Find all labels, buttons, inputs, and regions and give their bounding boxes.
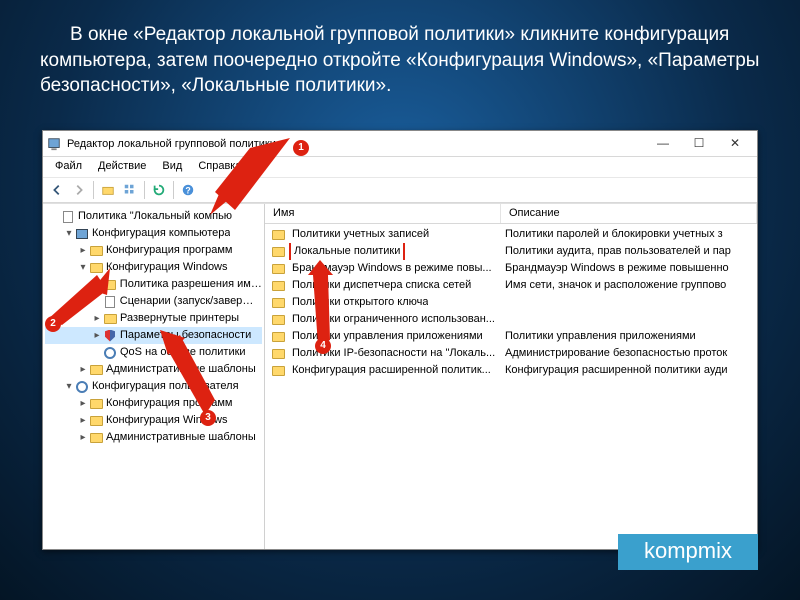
window-title: Редактор локальной групповой политики xyxy=(67,138,645,150)
tree-node[interactable]: QoS на основе политики xyxy=(45,344,262,361)
help-button[interactable]: ? xyxy=(178,180,198,200)
close-button[interactable]: ✕ xyxy=(717,134,753,154)
tree-node[interactable]: ▾Конфигурация Windows xyxy=(45,259,262,276)
badge-2: 2 xyxy=(45,316,61,332)
tree-node[interactable]: ▾Конфигурация пользователя xyxy=(45,378,262,395)
tree-node[interactable]: Политика "Локальный компью xyxy=(45,208,262,225)
list-item[interactable]: Политики ограниченного использован... xyxy=(265,311,757,328)
menubar: ФайлДействиеВидСправка xyxy=(43,157,757,177)
forward-button[interactable] xyxy=(69,180,89,200)
list-item[interactable]: Политики IP-безопасности на "Локаль...Ад… xyxy=(265,345,757,362)
list-item[interactable]: Локальные политикиПолитики аудита, прав … xyxy=(265,243,757,260)
menu-вид[interactable]: Вид xyxy=(156,159,188,175)
menu-справка[interactable]: Справка xyxy=(192,159,247,175)
badge-3: 3 xyxy=(200,410,216,426)
gpedit-window: Редактор локальной групповой политики — … xyxy=(42,130,758,550)
list-item[interactable]: Конфигурация расширенной политик...Конфи… xyxy=(265,362,757,379)
details-panel: Имя Описание Политики учетных записейПол… xyxy=(265,204,757,549)
minimize-button[interactable]: — xyxy=(645,134,681,154)
column-desc[interactable]: Описание xyxy=(501,204,757,223)
column-header[interactable]: Имя Описание xyxy=(265,204,757,224)
up-button[interactable] xyxy=(98,180,118,200)
list-item[interactable]: Политики управления приложениямиПолитики… xyxy=(265,328,757,345)
maximize-button[interactable]: ☐ xyxy=(681,134,717,154)
list-item[interactable]: Брандмауэр Windows в режиме повы...Бранд… xyxy=(265,260,757,277)
tree-node[interactable]: ▸Конфигурация программ xyxy=(45,395,262,412)
view-button[interactable] xyxy=(120,180,140,200)
toolbar: ? xyxy=(43,177,757,203)
tree-node[interactable]: Сценарии (запуск/завершен xyxy=(45,293,262,310)
tree-node[interactable]: Политика разрешения имен xyxy=(45,276,262,293)
refresh-button[interactable] xyxy=(149,180,169,200)
list-item[interactable]: Политики учетных записейПолитики паролей… xyxy=(265,226,757,243)
app-icon xyxy=(47,137,61,151)
instruction-text: В окне «Редактор локальной групповой пол… xyxy=(0,0,800,99)
tree-node[interactable]: ▸Конфигурация программ xyxy=(45,242,262,259)
tree-node[interactable]: ▸Административные шаблоны xyxy=(45,429,262,446)
column-name[interactable]: Имя xyxy=(265,204,501,223)
tree-panel[interactable]: Политика "Локальный компью▾Конфигурация … xyxy=(43,204,265,549)
menu-файл[interactable]: Файл xyxy=(49,159,88,175)
watermark: kompmix xyxy=(618,534,758,570)
menu-действие[interactable]: Действие xyxy=(92,159,152,175)
tree-node[interactable]: ▸Конфигурация Windows xyxy=(45,412,262,429)
badge-4: 4 xyxy=(315,338,331,354)
list-item[interactable]: Политики открытого ключа xyxy=(265,294,757,311)
tree-node[interactable]: ▸Параметры безопасности xyxy=(45,327,262,344)
titlebar: Редактор локальной групповой политики — … xyxy=(43,131,757,157)
list-item[interactable]: Политики диспетчера списка сетейИмя сети… xyxy=(265,277,757,294)
back-button[interactable] xyxy=(47,180,67,200)
policy-list[interactable]: Политики учетных записейПолитики паролей… xyxy=(265,224,757,549)
tree-node[interactable]: ▾Конфигурация компьютера xyxy=(45,225,262,242)
svg-text:?: ? xyxy=(185,186,190,196)
tree-node[interactable]: ▸Развернутые принтеры xyxy=(45,310,262,327)
tree-node[interactable]: ▸Административные шаблоны xyxy=(45,361,262,378)
badge-1: 1 xyxy=(293,140,309,156)
